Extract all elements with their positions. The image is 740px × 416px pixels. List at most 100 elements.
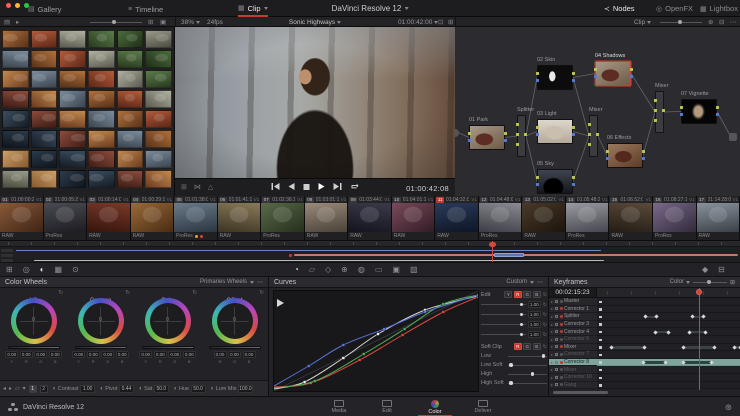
gallery-still[interactable]: [2, 90, 29, 108]
expand-arrow-icon[interactable]: ▸: [551, 299, 553, 304]
node-splitter[interactable]: Splitter: [516, 107, 534, 157]
track-enable-dot[interactable]: [559, 383, 563, 387]
edit-channel-y[interactable]: Y: [504, 291, 513, 298]
keyframe-track[interactable]: ▸ Corrector 10: [549, 373, 740, 382]
wheel-ring[interactable]: 0: [10, 298, 57, 344]
timeline-clip[interactable]: 0801:03:01:10V1 RAW: [304, 196, 349, 240]
next-page-icon[interactable]: ▸: [9, 385, 12, 392]
node-thumbnail[interactable]: [595, 61, 631, 86]
keyframe-track-head[interactable]: ▸ Master: [549, 298, 597, 306]
close-window-button[interactable]: [6, 3, 11, 8]
track-enable-dot[interactable]: [559, 375, 563, 379]
viewer-timecode-dropdown[interactable]: 01:00:42:00: [398, 19, 439, 26]
timeline-clip[interactable]: 1001:04:01:10V1 RAW: [391, 196, 436, 240]
keyframes-ruler[interactable]: [597, 288, 740, 298]
keyframe-diamond[interactable]: [709, 360, 714, 365]
keyframe-track-head[interactable]: ▸ Splitter: [549, 313, 597, 321]
keyframe-track-head[interactable]: ▸ Mixer: [549, 343, 597, 352]
gallery-still[interactable]: [59, 90, 86, 108]
gallery-still[interactable]: [145, 90, 172, 108]
channel-reset-icon[interactable]: ↻: [543, 332, 547, 338]
tracker-icon[interactable]: ⊕: [341, 265, 348, 274]
keyframe-track-head[interactable]: ▸ Corrector 3: [549, 320, 597, 329]
lock-icon[interactable]: [554, 322, 559, 326]
curves-icon[interactable]: ◔: [294, 265, 299, 274]
node-thumbnail[interactable]: [537, 169, 573, 194]
keyframe-lane[interactable]: [597, 335, 740, 344]
timeline-clip[interactable]: 0301:00:14:07V1 RAW: [87, 196, 131, 240]
node-key-output-dot[interactable]: [503, 139, 507, 142]
gallery-still[interactable]: [87, 130, 115, 148]
camera-raw-icon[interactable]: ⊞: [6, 265, 13, 274]
channel-gain-slider[interactable]: [481, 312, 526, 316]
node-input-dot[interactable]: [654, 109, 657, 112]
keyframe-marker[interactable]: [599, 376, 602, 380]
clip-thumbnail[interactable]: [130, 203, 174, 232]
keyframe-diamond[interactable]: [732, 345, 737, 350]
wheel-ring[interactable]: 0: [144, 298, 191, 344]
node-key-input-dot[interactable]: [467, 139, 471, 142]
keyframe-track[interactable]: ▸ Corrector 3: [549, 320, 740, 329]
node-thumbnail[interactable]: [607, 143, 643, 168]
gallery-still[interactable]: [2, 170, 29, 188]
gallery-still[interactable]: [2, 150, 29, 168]
node-input-dot[interactable]: [654, 119, 657, 122]
keyframes-mode-dropdown[interactable]: Color: [670, 279, 690, 285]
keyframe-track-head[interactable]: ▸ Corrector 10: [549, 373, 597, 382]
node-input-dot[interactable]: [654, 99, 657, 102]
channel-gain-slider[interactable]: [481, 322, 526, 326]
collapse-icon[interactable]: ▾: [23, 385, 26, 392]
node-input-dot[interactable]: [516, 123, 519, 126]
track-enable-dot[interactable]: [559, 360, 563, 364]
node-input-dot[interactable]: [516, 133, 519, 136]
node-rgb-output-dot[interactable]: [571, 176, 575, 179]
wheel-value-box[interactable]: 0.00: [101, 351, 115, 358]
wheel-value-box[interactable]: 0.00: [182, 351, 196, 358]
gallery-still[interactable]: [87, 110, 115, 128]
node-rgb-input-dot[interactable]: [593, 68, 597, 71]
keyframe-segment[interactable]: [611, 346, 645, 349]
edit-channel-g[interactable]: G: [523, 291, 532, 298]
gallery-still[interactable]: [116, 30, 144, 48]
gallery-still[interactable]: [59, 70, 86, 88]
lock-icon[interactable]: [554, 330, 559, 334]
gallery-still[interactable]: [116, 130, 144, 148]
node-key-output-dot[interactable]: [571, 133, 575, 136]
wheel-reset-icon[interactable]: ↻: [192, 289, 197, 297]
wheel-value-box[interactable]: 0.00: [48, 351, 62, 358]
gallery-still[interactable]: [59, 50, 86, 68]
expand-arrow-icon[interactable]: ▸: [551, 344, 553, 349]
node-output-dot[interactable]: [662, 109, 665, 112]
node-body[interactable]: [517, 115, 526, 157]
keyframe-marker[interactable]: [599, 300, 602, 304]
lock-icon[interactable]: [554, 314, 559, 318]
gallery-still[interactable]: [59, 170, 86, 188]
clip-title-dropdown[interactable]: Sonic Highways: [289, 19, 342, 26]
node-corrector[interactable]: 04 Shadows: [593, 53, 633, 86]
keyframe-track-head[interactable]: ▸ Gang: [549, 381, 597, 390]
keyframe-track-head[interactable]: ▸ Corrector 1: [549, 305, 597, 314]
edit-reset-icon[interactable]: ↻: [543, 292, 547, 298]
lightbox-button[interactable]: ▦ Lightbox: [700, 1, 738, 16]
node-key-input-dot[interactable]: [535, 183, 539, 186]
node-rgb-input-dot[interactable]: [535, 176, 539, 179]
color-wheels-icon[interactable]: ◐: [40, 265, 45, 274]
gallery-still[interactable]: [30, 70, 58, 88]
node-key-input-dot[interactable]: [593, 75, 597, 78]
node-thumbnail[interactable]: [537, 119, 573, 144]
clip-thumbnail[interactable]: [696, 203, 740, 232]
keyframe-diamond[interactable]: [712, 345, 717, 350]
channel-gain-slider[interactable]: [481, 302, 526, 306]
gallery-still[interactable]: [87, 90, 115, 108]
wheels-more-icon[interactable]: ⋯: [257, 279, 263, 286]
keyframe-track-head[interactable]: ▸ Corrector 5: [549, 335, 597, 344]
qualifier-icon[interactable]: ▱: [309, 265, 315, 274]
node-rgb-input-dot[interactable]: [467, 132, 471, 135]
keyframes-expand-icon[interactable]: ⊞: [730, 279, 735, 286]
node-corrector[interactable]: 06 Effects: [605, 135, 645, 168]
clip-thumbnail[interactable]: [478, 203, 522, 232]
soft-clip-knob[interactable]: [530, 372, 535, 376]
node-zoom-in-icon[interactable]: ⊕: [708, 18, 713, 26]
node-rgb-output-dot[interactable]: [715, 106, 719, 109]
gallery-still[interactable]: [59, 110, 86, 128]
